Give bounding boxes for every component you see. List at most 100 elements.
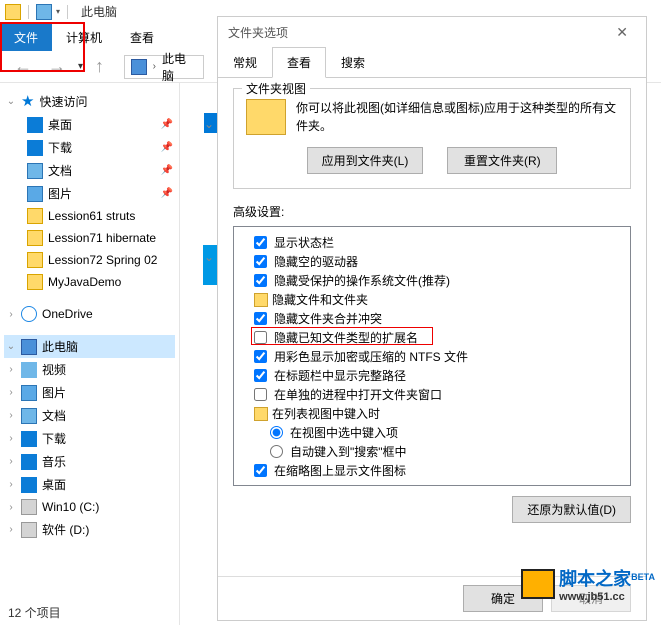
drive-icon [21,499,37,515]
opt-hidden-files-folders[interactable]: 隐藏文件和文件夹 [238,290,626,309]
back-button[interactable]: ← [10,56,36,77]
checkbox[interactable] [254,350,267,363]
tab-general[interactable]: 常规 [218,47,272,78]
opt-color-ntfs[interactable]: 用彩色显示加密或压缩的 NTFS 文件 [238,347,626,366]
ribbon-tab-file[interactable]: 文件 [0,23,52,51]
dialog-titlebar[interactable]: 文件夹选项 ✕ [218,17,646,47]
advanced-settings-tree[interactable]: 显示状态栏 隐藏空的驱动器 隐藏受保护的操作系统文件(推荐) 隐藏文件和文件夹 … [233,226,631,486]
tree-desktop[interactable]: 桌面📌 [4,113,175,136]
address-bar[interactable]: › 此电脑 [124,55,204,79]
pin-icon: 📌 [161,165,173,176]
desktop-icon [27,117,43,133]
tab-search[interactable]: 搜索 [326,47,380,78]
tree-desktop2[interactable]: ›桌面 [4,473,175,496]
pc-icon [21,339,37,355]
drive-icon [21,522,37,538]
folder-icon [254,293,268,307]
downloads-icon [27,140,43,156]
desktop-icon [21,477,37,493]
tree-documents2[interactable]: ›文档 [4,404,175,427]
pictures-icon [21,385,37,401]
checkbox[interactable] [254,331,267,344]
pin-icon: 📌 [161,142,173,153]
radio[interactable] [270,426,283,439]
tree-pictures[interactable]: 图片📌 [4,182,175,205]
qat-dropdown-icon[interactable]: ▾ [56,7,60,16]
ribbon-tab-view[interactable]: 查看 [116,23,168,51]
folder-options-dialog: 文件夹选项 ✕ 常规 查看 搜索 文件夹视图 你可以将此视图(如详细信息或图标)… [217,16,647,621]
tree-this-pc[interactable]: ⌄此电脑 [4,335,175,358]
window-title: 此电脑 [81,3,117,20]
documents-icon [21,408,37,424]
tree-pictures2[interactable]: ›图片 [4,381,175,404]
tree-music[interactable]: ›音乐 [4,450,175,473]
navigation-pane: ⌄★快速访问 桌面📌 下载📌 文档📌 图片📌 Lession61 struts … [0,82,180,625]
folder-icon [27,252,43,268]
app-icon [5,4,21,20]
folder-icon [254,407,268,421]
dialog-tabs: 常规 查看 搜索 [218,47,646,78]
path-segment[interactable]: 此电脑 [162,50,197,84]
watermark-logo [521,569,555,599]
ribbon-tab-computer[interactable]: 计算机 [52,23,116,51]
up-button[interactable]: ↑ [91,56,108,77]
forward-button[interactable]: → [44,56,70,77]
tree-folder[interactable]: Lession72 Spring 02 [4,249,175,271]
checkbox[interactable] [254,388,267,401]
checkbox[interactable] [254,274,267,287]
pin-icon: 📌 [161,119,173,130]
music-icon [21,454,37,470]
tree-downloads[interactable]: 下载📌 [4,136,175,159]
tree-folder[interactable]: Lession71 hibernate [4,227,175,249]
restore-defaults-button[interactable]: 还原为默认值(D) [512,496,631,523]
opt-select-typed[interactable]: 在视图中选中键入项 [238,423,626,442]
tree-drive-d[interactable]: ›软件 (D:) [4,518,175,541]
tree-documents[interactable]: 文档📌 [4,159,175,182]
opt-thumbnails-icons[interactable]: 在缩略图上显示文件图标 [238,461,626,480]
tree-folder[interactable]: Lession61 struts [4,205,175,227]
location-icon [131,59,147,75]
tree-onedrive[interactable]: ›OneDrive [4,303,175,325]
videos-icon [21,362,37,378]
opt-full-path-titlebar[interactable]: 在标题栏中显示完整路径 [238,366,626,385]
tree-folder[interactable]: MyJavaDemo [4,271,175,293]
close-button[interactable]: ✕ [608,20,636,45]
qat-properties-icon[interactable] [36,4,52,20]
folder-icon [27,274,43,290]
tree-drive-c[interactable]: ›Win10 (C:) [4,496,175,518]
dialog-title-text: 文件夹选项 [228,24,288,41]
pin-icon: 📌 [161,188,173,199]
tree-downloads2[interactable]: ›下载 [4,427,175,450]
apply-to-folders-button[interactable]: 应用到文件夹(L) [307,147,424,174]
opt-type-to-search[interactable]: 自动键入到"搜索"框中 [238,442,626,461]
tree-videos[interactable]: ›视频 [4,358,175,381]
downloads-icon [21,431,37,447]
opt-hide-empty-drives[interactable]: 隐藏空的驱动器 [238,252,626,271]
opt-hide-known-extensions[interactable]: 隐藏已知文件类型的扩展名 [238,328,626,347]
group-description: 你可以将此视图(如详细信息或图标)应用于这种类型的所有文件夹。 [296,99,618,135]
reset-folders-button[interactable]: 重置文件夹(R) [447,147,557,174]
radio[interactable] [270,445,283,458]
opt-show-statusbar[interactable]: 显示状态栏 [238,233,626,252]
folder-icon [27,230,43,246]
tree-quick-access[interactable]: ⌄★快速访问 [4,90,175,113]
opt-hide-merge-conflicts[interactable]: 隐藏文件夹合并冲突 [238,309,626,328]
onedrive-icon [21,306,37,322]
checkbox[interactable] [254,464,267,477]
pictures-icon [27,186,43,202]
opt-typing-in-list[interactable]: 在列表视图中键入时 [238,404,626,423]
group-title: 文件夹视图 [242,80,310,97]
advanced-settings-label: 高级设置: [233,203,631,220]
documents-icon [27,163,43,179]
opt-separate-process[interactable]: 在单独的进程中打开文件夹窗口 [238,385,626,404]
status-bar-count: 12 个项目 [8,604,61,621]
opt-hide-protected-os[interactable]: 隐藏受保护的操作系统文件(推荐) [238,271,626,290]
history-dropdown[interactable]: ▾ [78,61,83,72]
checkbox[interactable] [254,312,267,325]
checkbox[interactable] [254,236,267,249]
watermark: 脚本之家BETA www.jb51.cc [521,565,655,603]
folder-view-group: 文件夹视图 你可以将此视图(如详细信息或图标)应用于这种类型的所有文件夹。 应用… [233,88,631,189]
checkbox[interactable] [254,255,267,268]
tab-view[interactable]: 查看 [272,47,326,78]
checkbox[interactable] [254,369,267,382]
